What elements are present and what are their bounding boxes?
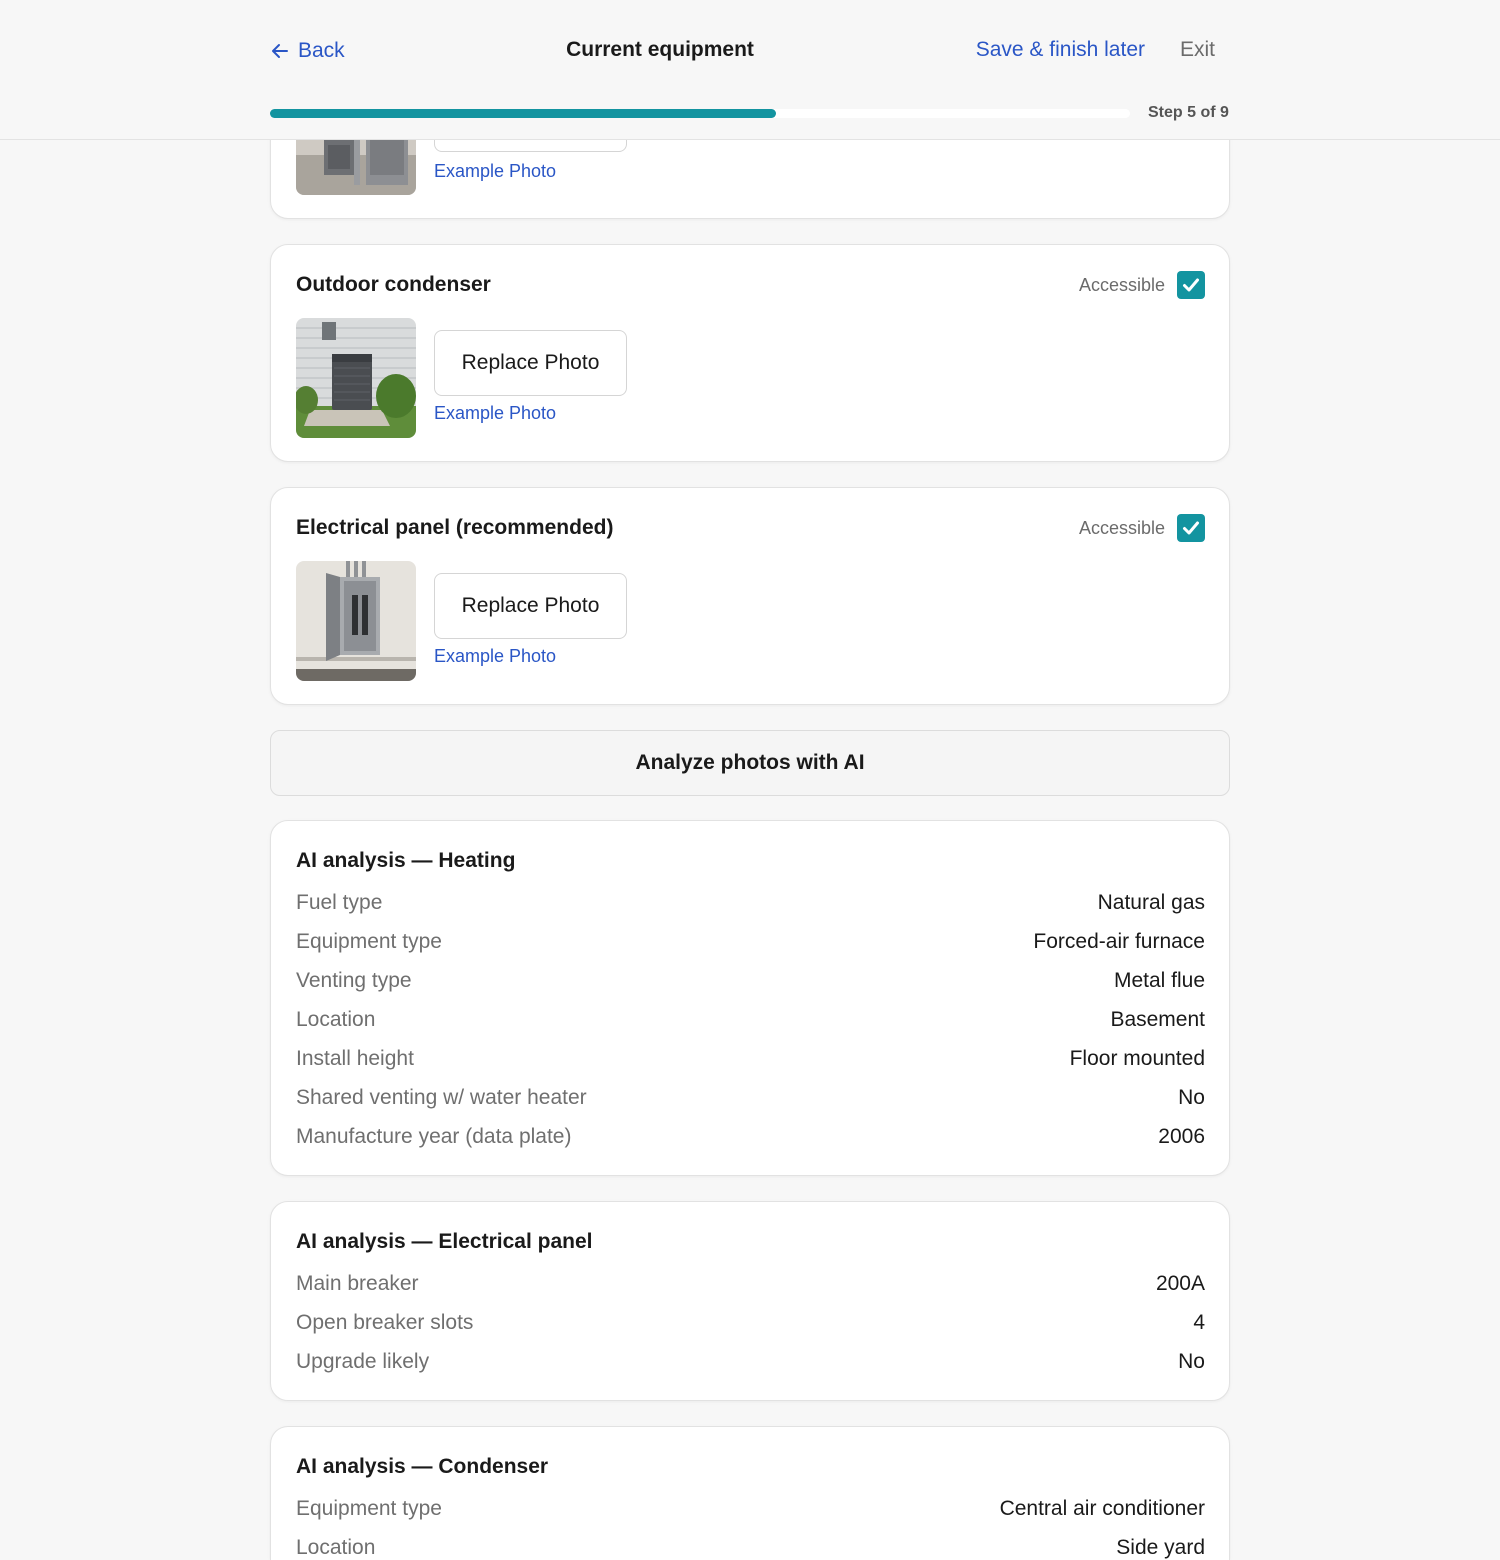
accessible-checkbox[interactable]: [1177, 514, 1205, 542]
card-title: Electrical panel (recommended): [296, 516, 614, 539]
ai-analysis-heating-card: AI analysis — Heating Fuel type Natural g…: [270, 820, 1230, 1176]
row-value: Basement: [1110, 1007, 1205, 1031]
row-label: Equipment type: [296, 929, 442, 953]
analysis-row: Shared venting w/ water heater No: [296, 1078, 1205, 1117]
panel-replace-photo-button[interactable]: Replace Photo: [434, 573, 627, 639]
condenser-photo-thumbnail[interactable]: [296, 318, 416, 438]
accessible-toggle[interactable]: Accessible: [1079, 271, 1205, 299]
row-value: Natural gas: [1097, 890, 1205, 914]
card-title: Outdoor condenser: [296, 273, 491, 296]
row-label: Upgrade likely: [296, 1349, 430, 1373]
analysis-row: Install height Floor mounted: [296, 1039, 1205, 1078]
row-label: Manufacture year (data plate): [296, 1124, 572, 1148]
ai-analysis-electrical-card: AI analysis — Electrical panel Main brea…: [270, 1201, 1230, 1401]
row-value: No: [1178, 1085, 1205, 1109]
row-value: Forced-air furnace: [1033, 929, 1205, 953]
row-value: Floor mounted: [1069, 1046, 1205, 1070]
electrical-panel-card: Electrical panel (recommended) Accessibl…: [270, 487, 1230, 705]
row-label: Venting type: [296, 968, 412, 992]
accessible-checkbox[interactable]: [1177, 271, 1205, 299]
analysis-row: Upgrade likely No: [296, 1342, 1205, 1381]
row-label: Shared venting w/ water heater: [296, 1085, 587, 1109]
exit-link[interactable]: Exit: [1180, 38, 1215, 62]
row-label: Install height: [296, 1046, 414, 1070]
analysis-row: Manufacture year (data plate) 2006: [296, 1117, 1205, 1156]
row-value: No: [1178, 1349, 1205, 1373]
analysis-row: Equipment type Central air conditioner: [296, 1489, 1205, 1528]
card-title: AI analysis — Electrical panel: [296, 1230, 593, 1253]
outdoor-condenser-card: Outdoor condenser Accessible Replace Pho…: [270, 244, 1230, 462]
accessible-toggle[interactable]: Accessible: [1079, 514, 1205, 542]
row-label: Open breaker slots: [296, 1310, 474, 1334]
row-label: Fuel type: [296, 890, 383, 914]
checkmark-icon: [1183, 278, 1199, 292]
save-finish-later-link[interactable]: Save & finish later: [976, 38, 1145, 62]
analysis-row: Fuel type Natural gas: [296, 883, 1205, 922]
row-label: Location: [296, 1535, 376, 1559]
progress-bar: [270, 109, 1130, 118]
analysis-row: Equipment type Forced-air furnace: [296, 922, 1205, 961]
row-label: Main breaker: [296, 1271, 419, 1295]
step-indicator: Step 5 of 9: [1148, 104, 1229, 121]
row-value: Central air conditioner: [999, 1496, 1205, 1520]
card-title: AI analysis — Heating: [296, 849, 516, 872]
analysis-row: Location Basement: [296, 1000, 1205, 1039]
analyze-photos-button[interactable]: Analyze photos with AI: [270, 730, 1230, 796]
card-title: AI analysis — Condenser: [296, 1455, 549, 1478]
analysis-rows: Fuel type Natural gas Equipment type Force…: [296, 883, 1205, 1156]
electrical-panel-photo-thumbnail[interactable]: [296, 561, 416, 681]
panel-example-photo-link[interactable]: Example Photo: [434, 646, 556, 667]
accessible-label: Accessible: [1078, 517, 1165, 538]
row-value: 200A: [1155, 1271, 1205, 1295]
analysis-row: Open breaker slots 4: [296, 1303, 1205, 1342]
furnace-example-photo-link[interactable]: Example Photo: [434, 161, 556, 182]
analysis-row: Venting type Metal flue: [296, 961, 1205, 1000]
row-value: 4: [1193, 1310, 1205, 1334]
row-label: Equipment type: [296, 1496, 442, 1520]
checkmark-icon: [1183, 521, 1199, 535]
top-bar: Back Current equipment Save & finish lat…: [0, 0, 1500, 140]
analysis-row: Location Side yard: [296, 1528, 1205, 1560]
ai-analysis-condenser-card: AI analysis — Condenser Equipment type Ce…: [270, 1426, 1230, 1560]
accessible-label: Accessible: [1078, 274, 1165, 295]
condenser-example-photo-link[interactable]: Example Photo: [434, 403, 556, 424]
row-value: Metal flue: [1113, 968, 1205, 992]
row-label: Location: [296, 1007, 376, 1031]
analysis-rows: Equipment type Central air conditioner Lo…: [296, 1489, 1205, 1560]
condenser-replace-photo-button[interactable]: Replace Photo: [434, 330, 627, 396]
progress-bar-fill: [270, 109, 777, 118]
row-value: 2006: [1158, 1124, 1205, 1148]
analysis-row: Main breaker 200A: [296, 1264, 1205, 1303]
analysis-rows: Main breaker 200A Open breaker slots 4 Upg…: [296, 1264, 1205, 1381]
row-value: Side yard: [1116, 1535, 1205, 1559]
